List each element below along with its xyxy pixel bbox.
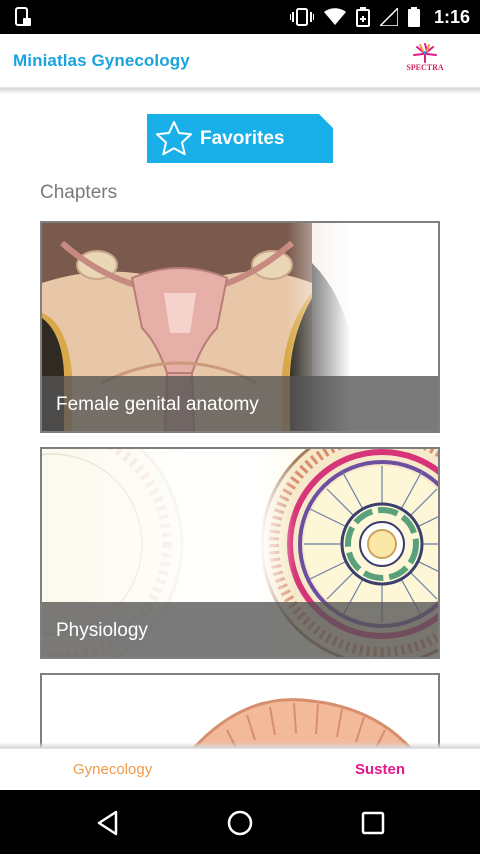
chapter-title: Physiology [56, 620, 148, 641]
favorites-button[interactable]: Favorites [147, 114, 333, 163]
battery-saver-icon [355, 7, 370, 27]
app-title: Miniatlas Gynecology [13, 51, 190, 70]
status-time: 1:16 [433, 6, 470, 27]
chapter-title: Female genital anatomy [56, 394, 259, 415]
back-icon[interactable] [93, 808, 123, 838]
no-signal-icon [379, 8, 398, 26]
app-bar: Miniatlas Gynecology SPECTRA [0, 34, 480, 88]
vibrate-icon [289, 8, 314, 26]
recents-icon[interactable] [358, 808, 388, 838]
status-bar: 1:16 [0, 0, 480, 34]
spectra-logo[interactable]: SPECTRA [405, 42, 445, 82]
screen-device-icon [15, 7, 31, 26]
tab-susten[interactable]: Susten [355, 761, 405, 778]
battery-icon [407, 7, 420, 27]
bottom-tabs: Gynecology Susten [0, 748, 480, 790]
star-icon [156, 121, 192, 156]
app-bar-shadow [0, 88, 480, 94]
home-icon[interactable] [225, 808, 255, 838]
wifi-icon [323, 8, 346, 25]
chapter-card-physiology[interactable]: Physiology [40, 447, 440, 659]
logo-text: SPECTRA [406, 63, 444, 72]
tab-gynecology[interactable]: Gynecology [73, 761, 152, 778]
favorites-label: Favorites [200, 128, 285, 149]
spectra-logo-icon [413, 43, 437, 63]
chapters-heading: Chapters [40, 182, 118, 203]
chapter-card-female-genital-anatomy[interactable]: Female genital anatomy [40, 221, 440, 433]
system-nav-bar [0, 790, 480, 854]
